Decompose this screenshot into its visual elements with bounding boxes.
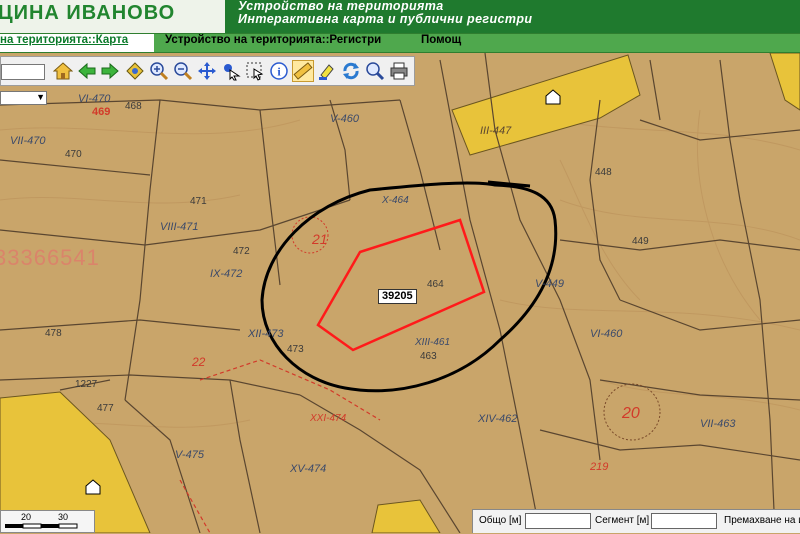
total-length-label: Общо [м] [479, 515, 522, 526]
menu-item-registers[interactable]: Устройство на територията::Регистри [165, 34, 381, 52]
info-icon[interactable]: i [268, 60, 290, 82]
label-20-red: 20 [622, 405, 640, 422]
label-449: 449 [632, 236, 649, 247]
label-vi-460: VI-460 [590, 328, 623, 340]
menu-item-help[interactable]: Помощ [421, 34, 461, 52]
app-header: ЦИНА ИВАНОВО Устройство на територията И… [0, 0, 800, 33]
label-ix-472: IX-472 [210, 268, 243, 280]
measure-ruler-icon[interactable] [292, 60, 314, 82]
back-arrow-icon[interactable] [76, 60, 98, 82]
label-464: 464 [427, 279, 444, 290]
move-icon[interactable] [196, 60, 218, 82]
label-iii-447: III-447 [480, 125, 512, 137]
label-v-449: V-449 [535, 278, 564, 290]
label-471: 471 [190, 196, 207, 207]
label-v-460: V-460 [330, 113, 359, 125]
label-vii-470: VII-470 [10, 135, 46, 147]
label-219-red: 219 [590, 461, 609, 473]
app-subtitle: Устройство на територията Интерактивна к… [238, 0, 532, 26]
segment-length-label: Сегмент [м] [595, 515, 650, 526]
zoom-in-icon[interactable] [148, 60, 170, 82]
select-area-icon[interactable] [244, 60, 266, 82]
highlight-icon[interactable] [316, 60, 338, 82]
label-xii-473: XII-473 [248, 328, 284, 340]
print-icon[interactable] [388, 60, 410, 82]
label-22-red: 22 [192, 355, 206, 369]
label-xxi-474-red: XXI-474 [310, 413, 347, 424]
scale-bar: 20 30 [0, 510, 95, 533]
label-473: 473 [287, 344, 304, 355]
label-448: 448 [595, 167, 612, 178]
segment-length-field[interactable] [651, 513, 717, 529]
scale-bar-graphic [5, 523, 78, 529]
label-1227: 1227 [75, 379, 98, 390]
label-470: 470 [65, 149, 82, 160]
zoom-out-icon[interactable] [172, 60, 194, 82]
watermark-number: 33366541 [0, 245, 100, 270]
main-menu: на територията::Карта Устройство на тери… [0, 33, 800, 53]
label-477: 477 [97, 403, 114, 414]
total-length-field[interactable] [525, 513, 591, 529]
label-468: 468 [125, 101, 142, 112]
chevron-down-icon: ▼ [36, 92, 45, 102]
label-viii-471: VIII-471 [160, 221, 199, 233]
map-canvas[interactable]: 33366541 VI-470 469 468 V-460 X-464 III-… [0, 53, 800, 533]
label-xiv-462: XIV-462 [478, 413, 518, 425]
label-21-red: 21 [312, 231, 328, 247]
label-xv-474: XV-474 [290, 463, 327, 475]
search-icon[interactable] [364, 60, 386, 82]
home-icon[interactable] [52, 60, 74, 82]
refresh-icon[interactable] [340, 60, 362, 82]
scale-tick-20: 20 [21, 512, 32, 522]
coordinate-input[interactable] [1, 64, 45, 80]
parcel-id-label[interactable]: 39205 [378, 289, 417, 304]
label-472: 472 [233, 246, 250, 257]
municipality-title: ЦИНА ИВАНОВО [0, 2, 176, 24]
label-v-475: V-475 [175, 449, 204, 461]
label-vii-463: VII-463 [700, 418, 736, 430]
label-463: 463 [420, 351, 437, 362]
measurement-panel: Общо [м] Сегмент [м] Премахване на и [472, 509, 800, 533]
label-vi-470: VI-470 [78, 93, 111, 105]
remove-measurement-link[interactable]: Премахване на и [724, 515, 800, 526]
scale-tick-30: 30 [58, 512, 69, 522]
forward-arrow-icon[interactable] [99, 60, 121, 82]
menu-item-map[interactable]: на територията::Карта [0, 34, 154, 52]
label-x-464: X-464 [382, 195, 409, 206]
subtitle-line-2: Интерактивна карта и публични регистри [238, 12, 533, 26]
label-469-red: 469 [92, 106, 111, 118]
identify-icon[interactable] [220, 60, 242, 82]
brand-area: ЦИНА ИВАНОВО [0, 0, 225, 33]
label-478: 478 [45, 328, 62, 339]
map-toolbar: i [0, 56, 415, 86]
label-xiii-461: XIII-461 [415, 337, 451, 348]
pan-diamond-icon[interactable] [124, 60, 146, 82]
layer-select[interactable]: ▼ [0, 91, 47, 105]
